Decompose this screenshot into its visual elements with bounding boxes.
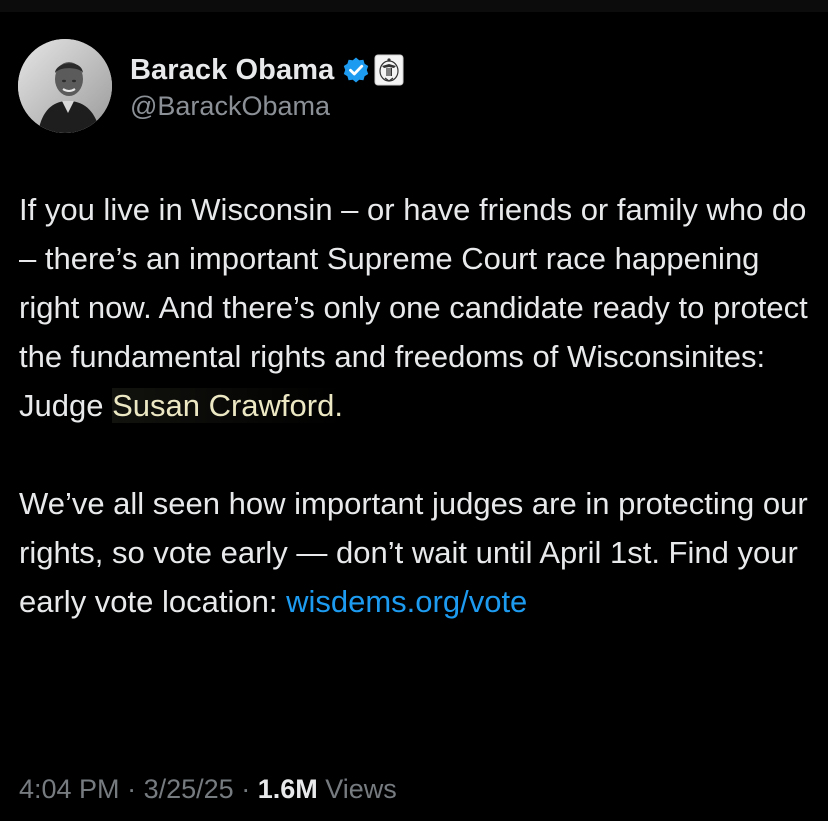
meta-separator: · (127, 774, 137, 804)
avatar-portrait-icon (18, 39, 112, 133)
tweet-text: If you live in Wisconsin – or have frien… (19, 185, 819, 626)
meta-separator: · (241, 774, 251, 804)
highlighted-name: Susan Crawford. (112, 388, 343, 423)
avatar[interactable] (18, 39, 112, 133)
tweet-time[interactable]: 4:04 PM (19, 774, 120, 804)
display-name[interactable]: Barack Obama (130, 54, 334, 87)
tweet-header: Barack Obama @BarackObama (18, 38, 404, 134)
author-handle[interactable]: @BarackObama (130, 91, 404, 122)
tweet-paragraph-1: If you live in Wisconsin – or have frien… (19, 185, 819, 430)
name-row: Barack Obama (130, 50, 404, 90)
tweet-date[interactable]: 3/25/25 (144, 774, 234, 804)
author-names: Barack Obama @BarackObama (130, 50, 404, 122)
vote-link[interactable]: wisdems.org/vote (286, 584, 527, 619)
tweet-paragraph-2: We’ve all seen how important judges are … (19, 479, 819, 626)
verified-badge-icon[interactable] (342, 56, 370, 84)
us-government-seal-icon[interactable] (374, 54, 404, 86)
tweet-meta: 4:04 PM · 3/25/25 · 1.6M Views (19, 774, 397, 805)
top-edge-bar (0, 0, 828, 12)
views-count[interactable]: 1.6M (258, 774, 318, 804)
views-label[interactable]: Views (325, 774, 397, 804)
